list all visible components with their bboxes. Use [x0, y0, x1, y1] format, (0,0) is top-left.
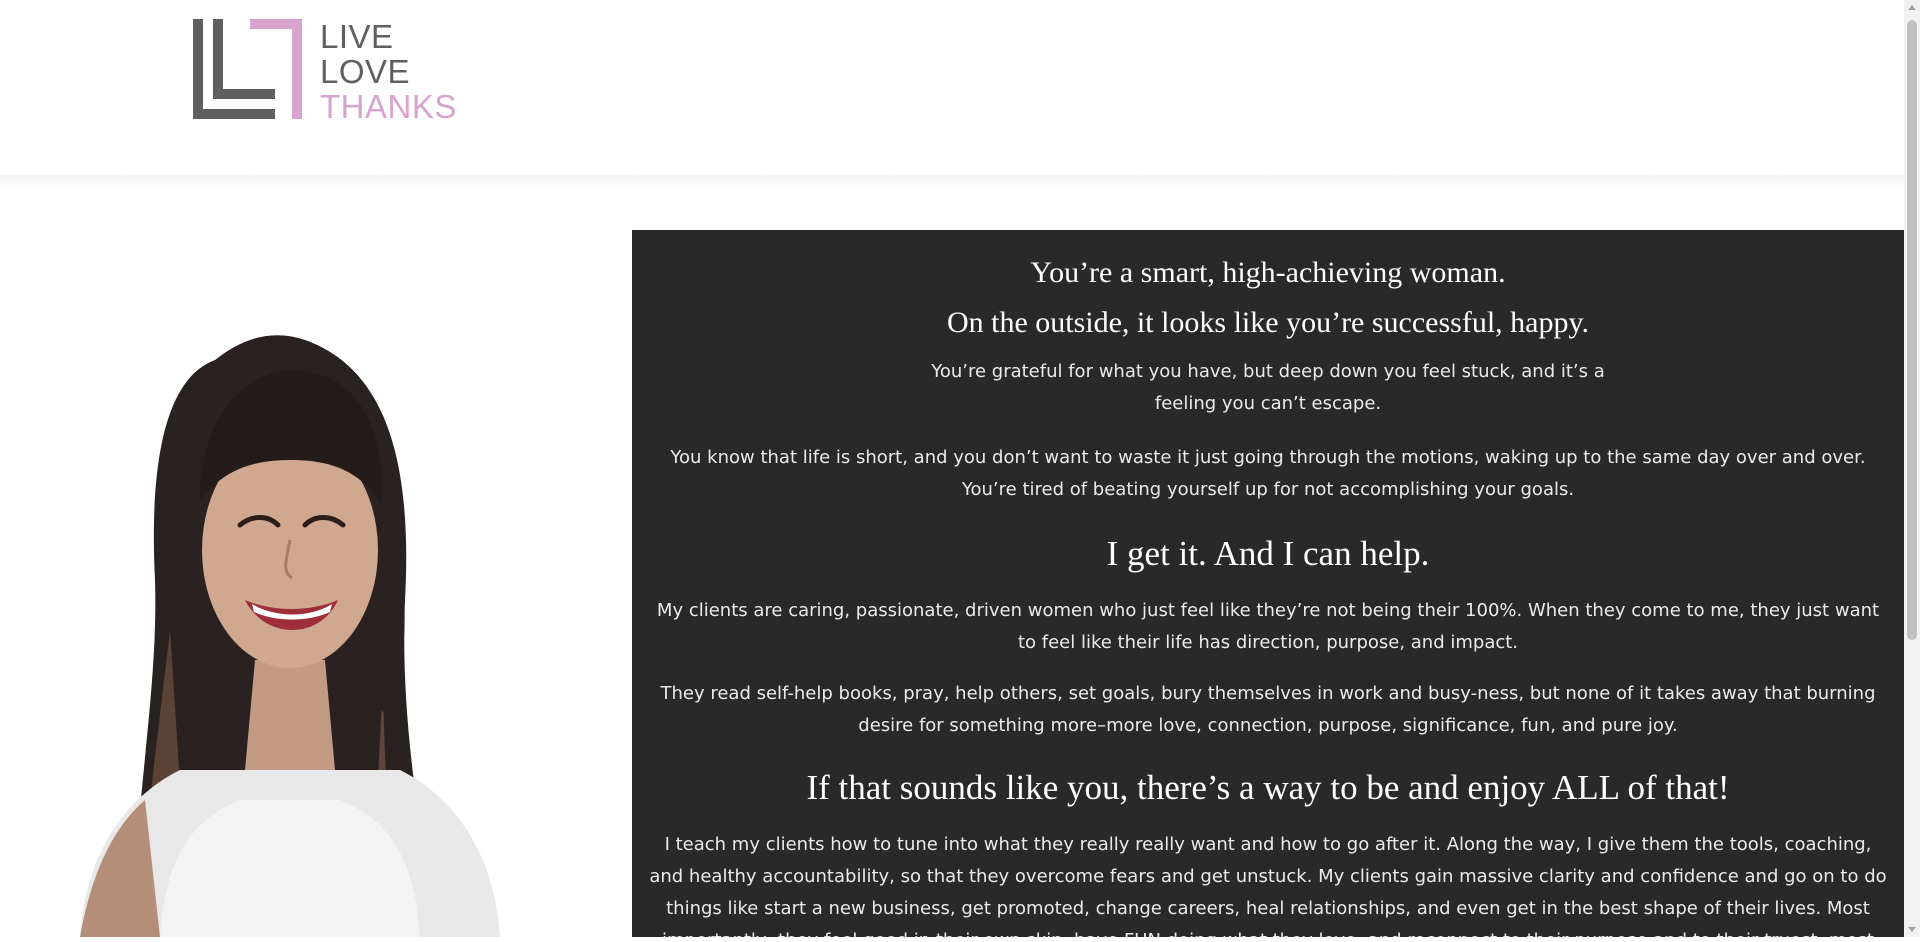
logo-word-love: LOVE — [320, 53, 411, 90]
logo-word-live: LIVE — [320, 18, 394, 55]
intro-paragraph-2: You know that life is short, and you don… — [670, 447, 1866, 500]
site-logo[interactable]: LIVE LOVE THANKS — [193, 19, 463, 124]
scroll-thumb[interactable] — [1907, 20, 1917, 640]
help-heading: I get it. And I can help. — [1106, 534, 1430, 573]
scroll-up-icon[interactable] — [1908, 5, 1916, 10]
intro-paragraph-1: You’re grateful for what you have, but d… — [931, 361, 1605, 414]
header-shadow — [0, 175, 1904, 191]
portrait-illustration — [80, 335, 500, 937]
page-scrollbar[interactable] — [1904, 0, 1920, 937]
intro-heading-2: On the outside, it looks like you’re suc… — [946, 306, 1590, 339]
site-header: LIVE LOVE THANKS — [0, 0, 1904, 190]
teach-paragraph: I teach my clients how to tune into what… — [649, 834, 1887, 937]
logo-wordmark: LIVE LOVE THANKS — [320, 19, 457, 124]
scroll-down-icon[interactable] — [1908, 927, 1916, 932]
intro-heading-1: You’re a smart, high-achieving woman. — [1030, 256, 1506, 289]
intro-panel: You’re a smart, high-achieving woman. On… — [632, 230, 1904, 937]
clients-paragraph-2: They read self-help books, pray, help ot… — [660, 683, 1876, 736]
logo-mark-icon — [193, 19, 302, 119]
clients-paragraph-1: My clients are caring, passionate, drive… — [656, 600, 1880, 653]
sounds-like-you-heading: If that sounds like you, there’s a way t… — [806, 768, 1730, 807]
coach-photo — [40, 300, 540, 937]
logo-word-thanks: THANKS — [320, 88, 457, 125]
